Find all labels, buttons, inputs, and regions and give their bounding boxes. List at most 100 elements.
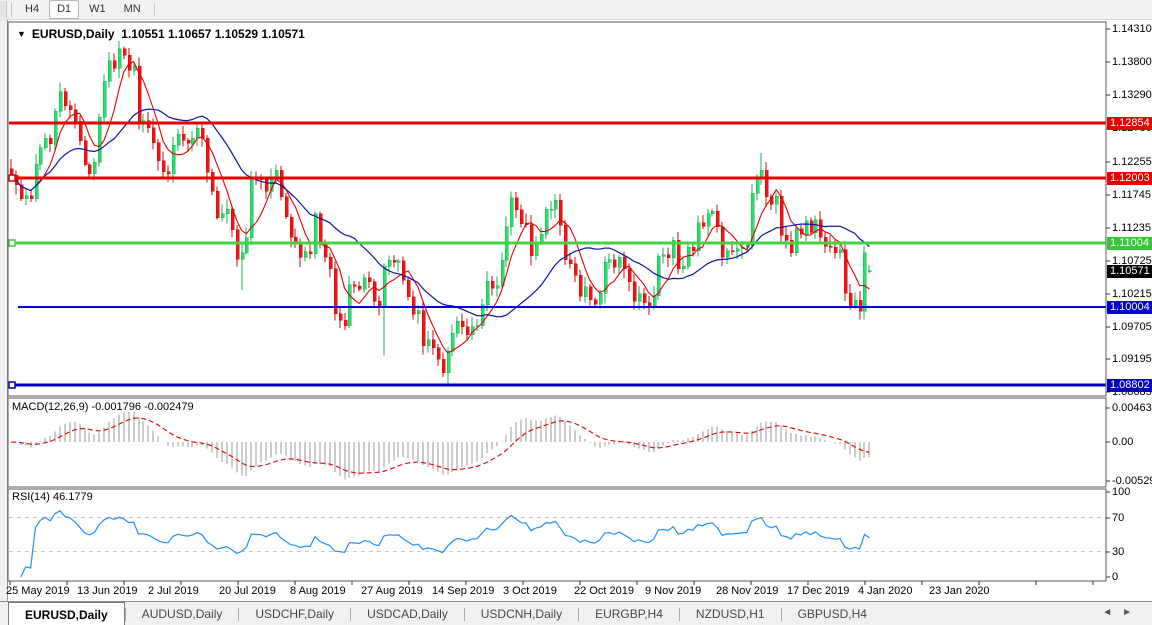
tab-scroll-right-icon[interactable]: ►: [1122, 607, 1142, 618]
candle-body: [161, 160, 166, 172]
date-label: 20 Jul 2019: [219, 585, 276, 597]
tab-nzdusd-h1[interactable]: NZDUSD,H1: [680, 602, 781, 625]
candle-body: [838, 249, 843, 253]
date-label: 17 Dec 2019: [787, 585, 850, 597]
candle-body: [706, 213, 711, 227]
macd-signal-line: [10, 417, 870, 474]
candle-body: [176, 133, 181, 146]
candle-body: [519, 209, 524, 224]
line-anchor-handle[interactable]: [8, 174, 16, 182]
candle-body: [367, 277, 372, 282]
date-label: 25 May 2019: [6, 585, 70, 597]
tab-audusd-daily[interactable]: AUDUSD,Daily: [126, 602, 239, 625]
mt4-app-window: H4 D1 W1 MN ▼ EURUSD,Daily 1.10551 1.10657 1…: [0, 0, 1152, 625]
price-axis-label: 1.13290: [1112, 89, 1152, 101]
candle-body: [858, 300, 863, 312]
rsi-indicator-label: RSI(14) 46.1779: [12, 491, 93, 503]
candle-body: [426, 339, 431, 346]
candle-body: [63, 91, 68, 107]
date-label: 22 Oct 2019: [574, 585, 634, 597]
candle-body: [220, 213, 225, 218]
date-label: 8 Aug 2019: [290, 585, 346, 597]
candle-body: [215, 190, 220, 218]
candle-body: [181, 133, 186, 141]
candle-body: [92, 161, 97, 174]
line-anchor-handle[interactable]: [8, 381, 16, 389]
candle-body: [809, 220, 814, 233]
candle-body: [29, 195, 34, 200]
tab-usdcad-daily[interactable]: USDCAD,Daily: [351, 602, 464, 625]
candle-body: [779, 196, 784, 236]
candle-body: [48, 137, 53, 145]
candle-body: [450, 333, 455, 352]
candle-body: [313, 213, 318, 255]
symbol-dropdown-icon[interactable]: ▼: [17, 29, 26, 39]
chart-title-symbol: EURUSD,Daily: [31, 27, 115, 41]
candle-body: [568, 259, 573, 264]
candle-body: [828, 245, 833, 248]
price-axis-label: 1.09705: [1112, 321, 1152, 333]
candle-body: [34, 163, 39, 200]
tab-bar-padding: [0, 602, 8, 625]
level-price-badge: 1.12854: [1107, 117, 1152, 130]
candle-body: [387, 260, 392, 267]
rsi-axis-label: 0: [1112, 571, 1119, 583]
price-axis-label: 1.13800: [1112, 56, 1152, 68]
candle-body: [308, 251, 313, 255]
candle-body: [607, 259, 612, 263]
candle-body: [862, 252, 867, 312]
tab-usdchf-daily[interactable]: USDCHF,Daily: [239, 602, 350, 625]
candle-body: [794, 228, 799, 253]
candle-body: [117, 48, 122, 69]
candle-body: [804, 220, 809, 235]
candle-body: [284, 196, 289, 218]
candle-body: [691, 247, 696, 251]
chart-tab-bar: EURUSD,Daily AUDUSD,Daily USDCHF,Daily USDC…: [0, 601, 1152, 625]
date-label: 28 Nov 2019: [716, 585, 779, 597]
candle-body: [701, 222, 706, 227]
candle-body: [401, 260, 406, 281]
candle-body: [637, 293, 642, 302]
candle-body: [784, 234, 789, 241]
candle-body: [392, 260, 397, 263]
candle-body: [539, 234, 544, 242]
level-price-badge: 1.08802: [1107, 379, 1152, 392]
candle-body: [529, 224, 534, 256]
candle-body: [460, 320, 465, 328]
candle-body: [686, 247, 691, 267]
price-axis-label: 1.09195: [1112, 353, 1152, 365]
candle-body: [352, 284, 357, 287]
candle-body: [642, 293, 647, 304]
tab-scroll-left-icon[interactable]: ◄: [1102, 607, 1122, 618]
chart-title-ohlc: 1.10551 1.10657 1.10529 1.10571: [121, 27, 305, 41]
candle-body: [509, 197, 514, 227]
current-price-badge: 1.10571: [1107, 265, 1152, 278]
candle-body: [347, 284, 352, 326]
chart-canvas[interactable]: [0, 0, 1152, 625]
candle-body: [514, 197, 519, 211]
date-label: 14 Sep 2019: [432, 585, 495, 597]
candle-body: [593, 299, 598, 305]
candle-body: [416, 310, 421, 315]
date-label: 4 Jan 2020: [858, 585, 913, 597]
date-label: 27 Aug 2019: [361, 585, 423, 597]
level-price-badge: 1.12003: [1107, 172, 1152, 185]
candle-body: [190, 137, 195, 144]
tab-gbpusd-h4[interactable]: GBPUSD,H4: [782, 602, 883, 625]
panel-border: [7, 488, 1107, 582]
candle-body: [774, 196, 779, 205]
line-anchor-handle[interactable]: [8, 239, 16, 247]
candle-body: [83, 140, 88, 165]
candle-body: [755, 177, 760, 194]
candle-body: [583, 286, 588, 297]
candle-body: [166, 171, 171, 174]
tab-usdcnh-daily[interactable]: USDCNH,Daily: [465, 602, 578, 625]
tab-eurusd-daily[interactable]: EURUSD,Daily: [8, 602, 125, 625]
level-price-badge: 1.10004: [1107, 301, 1152, 314]
candle-body: [102, 80, 107, 118]
candle-body: [578, 274, 583, 297]
candle-body: [848, 292, 853, 307]
price-axis-label: 1.11235: [1112, 222, 1151, 234]
candle-body: [588, 286, 593, 300]
tab-eurgbp-h4[interactable]: EURGBP,H4: [579, 602, 679, 625]
